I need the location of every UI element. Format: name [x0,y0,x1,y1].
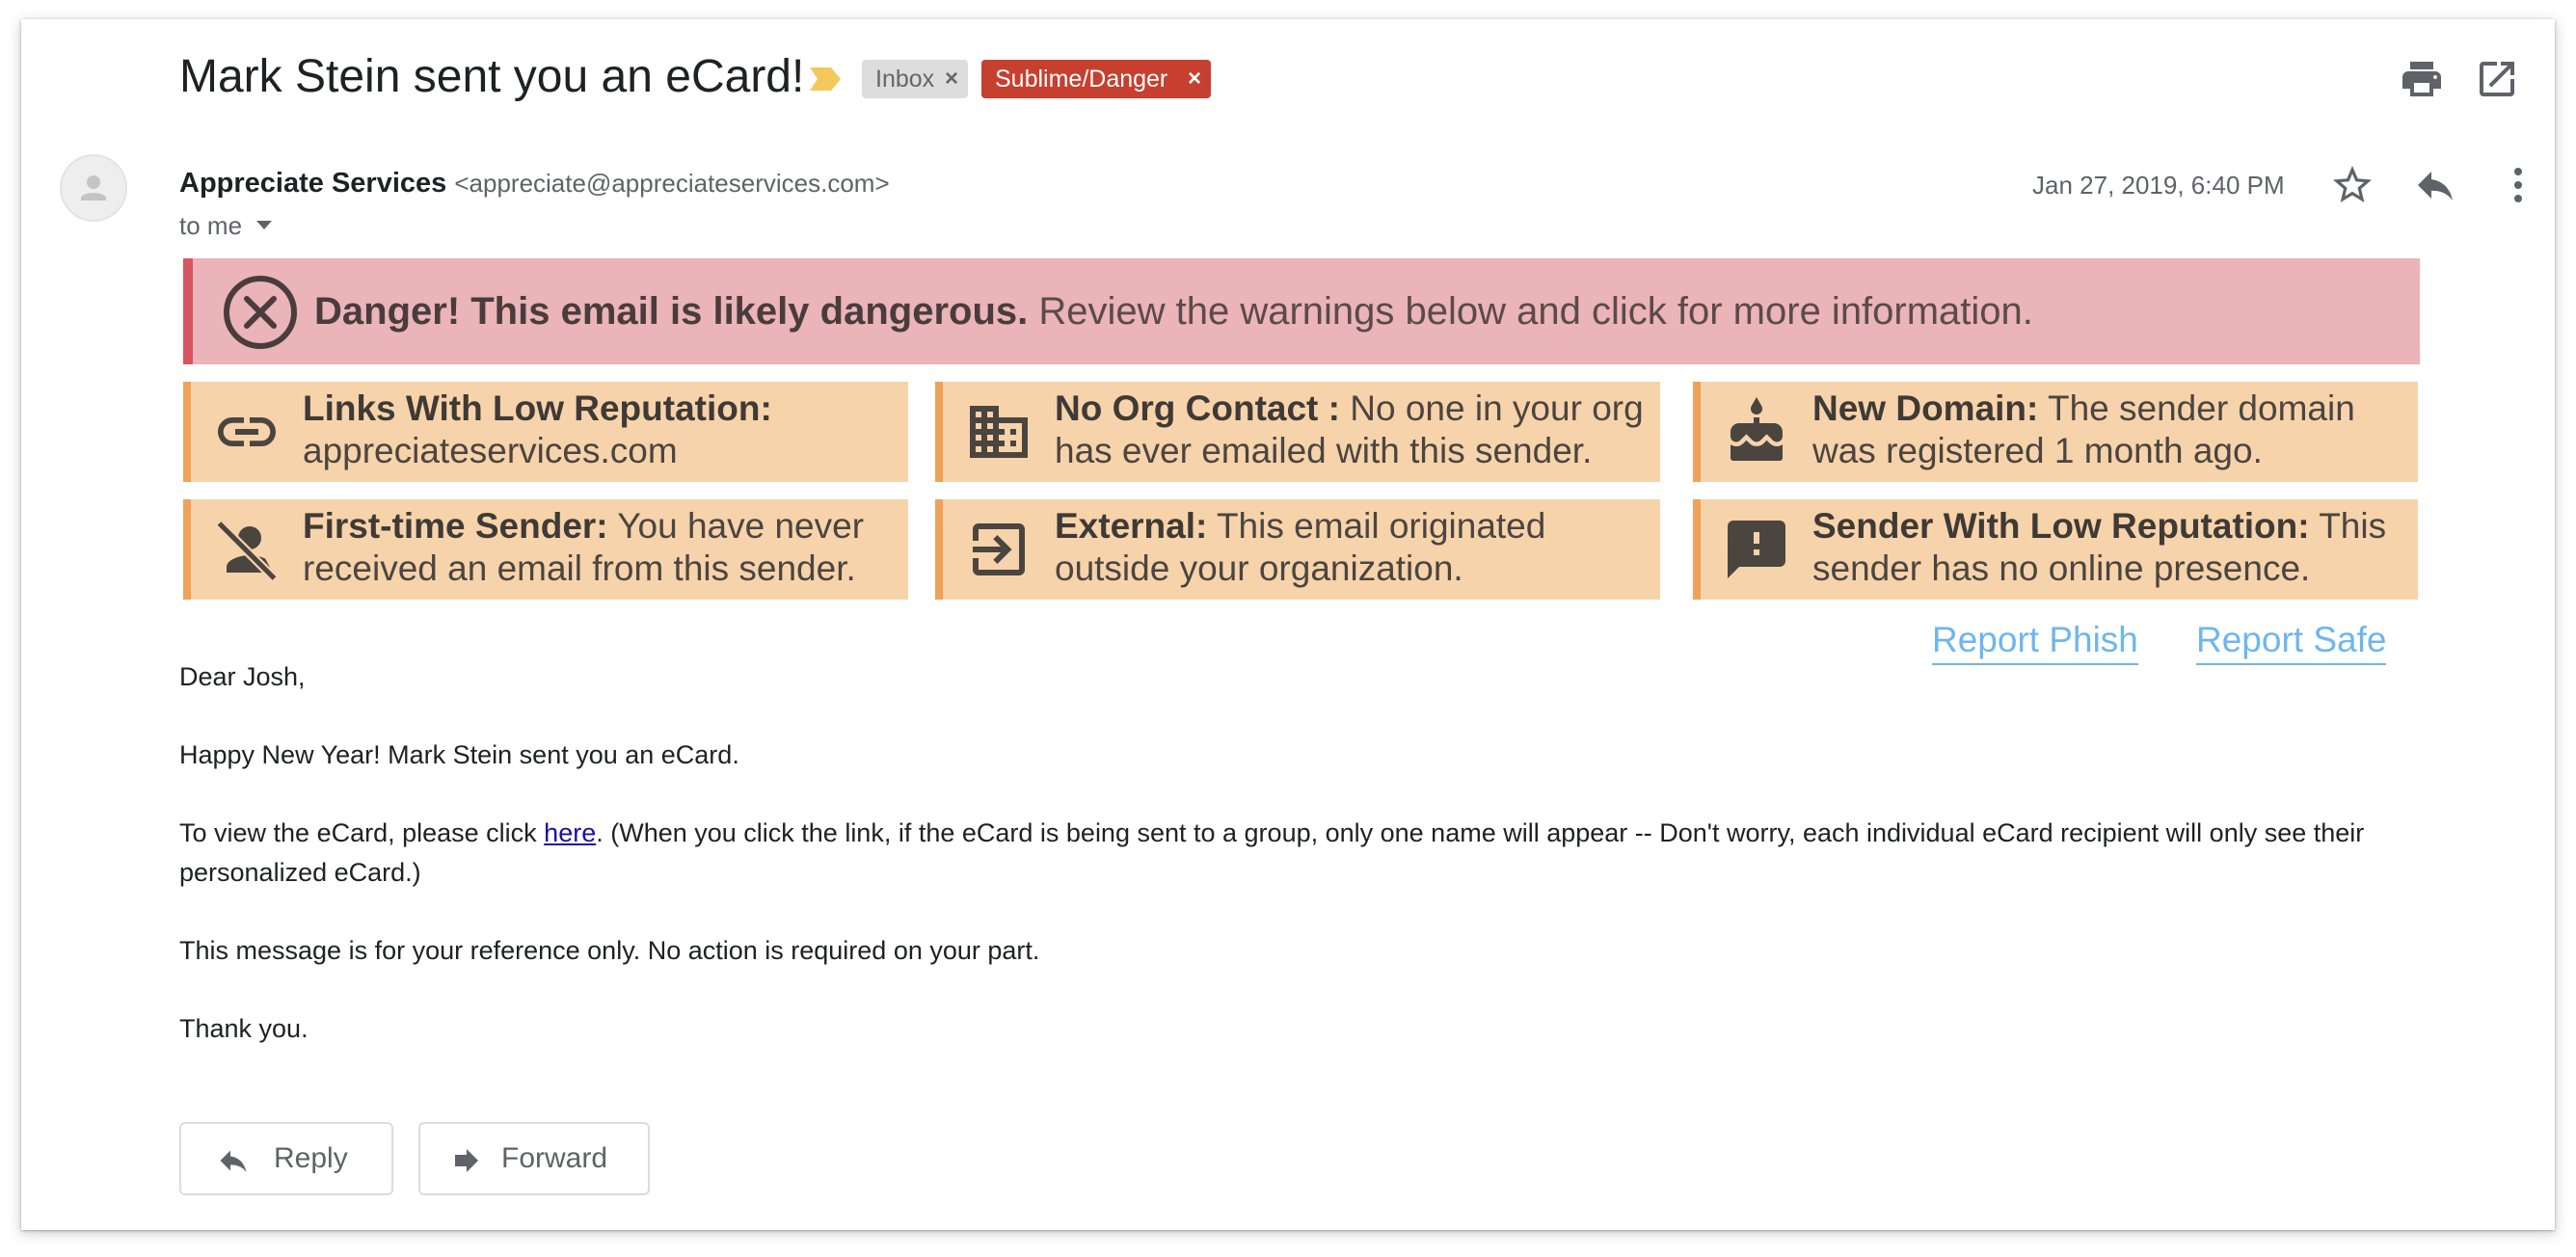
forward-button[interactable]: Forward [418,1122,650,1195]
danger-banner-text: Danger! This email is likely dangerous. … [314,283,2033,339]
reply-button-label: Reply [274,1142,348,1174]
warning-detail: appreciateservices.com [303,431,678,470]
circle-x-icon [224,276,297,349]
label-chip-sublime-danger: Sublime/Danger × [981,60,1211,98]
star-icon[interactable] [2329,162,2375,208]
email-view: Mark Stein sent you an eCard! Inbox × Su… [21,19,2555,1230]
warning-title: No Org Contact : [1055,388,1340,428]
body-paragraph-3: This message is for your reference only.… [179,936,1040,965]
warning-text: Sender With Low Reputation: This sender … [1812,505,2410,590]
ecard-link[interactable]: here [544,818,596,847]
reply-icon[interactable] [2412,162,2458,208]
email-date: Jan 27, 2019, 6:40 PM [2032,171,2285,200]
link-icon [218,417,276,446]
label-name: Inbox [875,66,935,93]
birthday-cake-icon [1731,397,1783,461]
reply-icon [220,1150,247,1172]
remove-label-inbox-icon[interactable]: × [945,60,958,98]
more-options-icon[interactable] [2495,162,2541,208]
warning-text: Links With Low Reputation: appreciateser… [303,388,900,472]
print-icon[interactable] [2399,56,2445,102]
body-text: To view the eCard, please click [179,818,545,847]
warning-title: External: [1055,506,1208,546]
label-name: Sublime/Danger [995,66,1168,93]
email-subject: Mark Stein sent you an eCard! [179,51,805,102]
warning-text: External: This email originated outside … [1055,505,1652,590]
building-icon [970,406,1028,458]
warning-title: Sender With Low Reputation: [1812,506,2310,546]
body-closing: Thank you. [179,1014,309,1043]
warning-title: New Domain: [1812,388,2039,428]
warning-text: No Org Contact : No one in your org has … [1055,388,1652,472]
warning-title: Links With Low Reputation: [303,388,772,428]
body-paragraph-1: Happy New Year! Mark Stein sent you an e… [179,740,739,769]
sender-name[interactable]: Appreciate Services [179,168,446,199]
forward-icon [455,1149,478,1172]
reply-button[interactable]: Reply [179,1122,393,1195]
body-greeting: Dear Josh, [179,662,306,691]
warning-tile-sender-low-reputation[interactable]: Sender With Low Reputation: This sender … [1693,499,2418,600]
warning-tile-new-domain[interactable]: New Domain: The sender domain was regist… [1693,382,2418,482]
warning-text: New Domain: The sender domain was regist… [1812,388,2410,472]
sender-avatar[interactable] [60,154,127,222]
danger-headline: Danger! This email is likely dangerous. [314,290,1029,333]
external-login-icon [973,523,1025,575]
person-off-icon [216,520,278,582]
open-in-new-window-icon[interactable] [2474,56,2520,102]
forward-button-label: Forward [501,1142,608,1174]
show-details-chevron-down-icon[interactable] [256,221,272,229]
remove-label-danger-icon[interactable]: × [1188,60,1201,98]
warning-text: First-time Sender: You have never receiv… [303,505,900,590]
feedback-exclamation-icon [1728,521,1785,578]
warning-tile-external[interactable]: External: This email originated outside … [935,499,1660,600]
body-paragraph-2: To view the eCard, please click here. (W… [179,814,2455,893]
danger-message: Review the warnings below and click for … [1028,290,2033,333]
label-chip-inbox: Inbox × [862,60,968,98]
default-avatar-icon [81,175,106,201]
important-marker-icon[interactable] [808,66,843,93]
danger-banner[interactable]: Danger! This email is likely dangerous. … [183,258,2420,364]
warning-tile-no-org-contact[interactable]: No Org Contact : No one in your org has … [935,382,1660,482]
sender-email: <appreciate@appreciateservices.com> [454,169,890,198]
warning-tile-first-time-sender[interactable]: First-time Sender: You have never receiv… [183,499,908,600]
recipient-line: to me [179,211,243,240]
warning-title: First-time Sender: [303,506,608,546]
warning-tile-links-low-reputation[interactable]: Links With Low Reputation: appreciateser… [183,382,908,482]
sender-line: Appreciate Services <appreciate@apprecia… [179,164,890,202]
